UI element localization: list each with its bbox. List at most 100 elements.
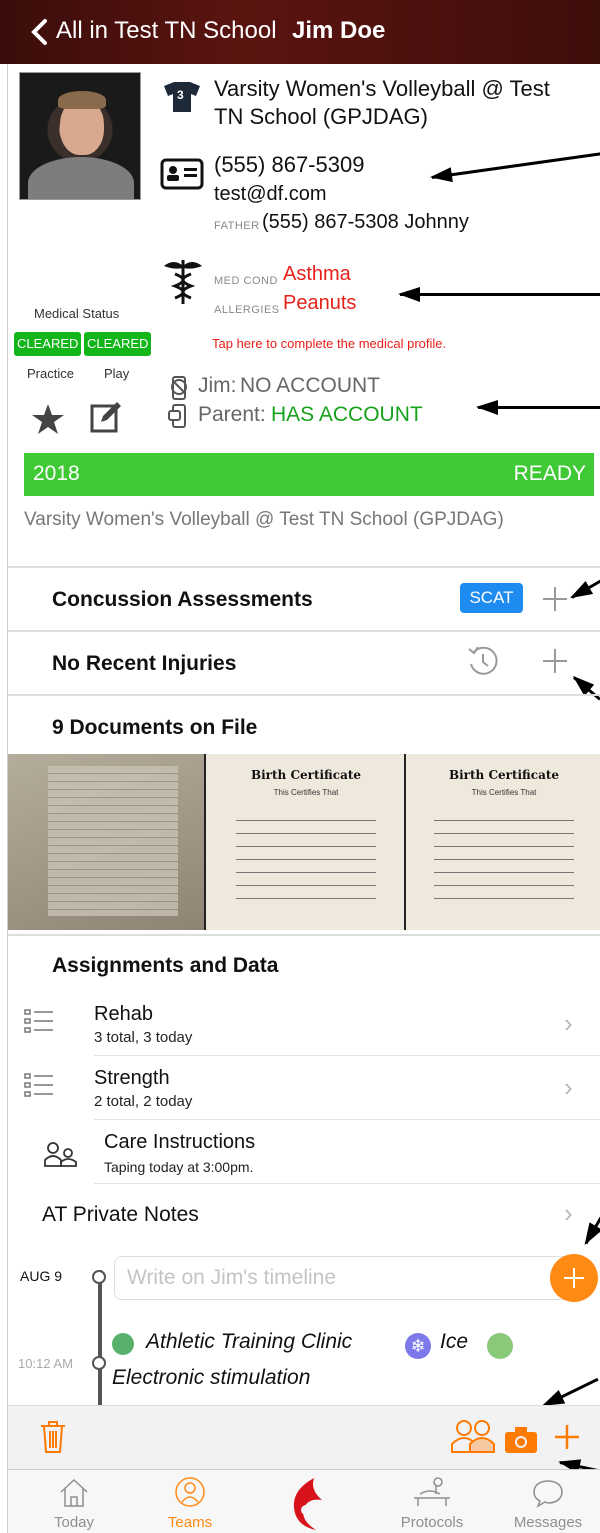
add-timeline-button[interactable]: [550, 1254, 598, 1302]
parent-account-status[interactable]: HAS ACCOUNT: [271, 403, 423, 427]
team-name: Varsity Women's Volleyball @ Test: [214, 76, 550, 101]
assignment-subtitle: Taping today at 3:00pm.: [104, 1159, 254, 1175]
athlete-account-label: Jim:: [198, 374, 237, 397]
concussion-section-title[interactable]: Concussion Assessments: [52, 588, 313, 612]
teams-icon: [175, 1477, 205, 1507]
athlete-photo[interactable]: [19, 72, 141, 200]
page-title: Jim Doe: [292, 17, 386, 44]
annotation-arrow: [571, 578, 600, 599]
scat-button[interactable]: SCAT: [460, 583, 523, 613]
season-team: Varsity Women's Volleyball @ Test TN Sch…: [24, 509, 504, 530]
medical-profile-link[interactable]: Tap here to complete the medical profile…: [212, 336, 446, 351]
season-year: 2018: [33, 462, 80, 485]
play-label: Play: [104, 366, 130, 381]
documents-strip[interactable]: Birth Certificate This Certifies That Bi…: [8, 754, 600, 930]
season-status: READY: [513, 462, 586, 485]
assignment-row[interactable]: Rehab 3 total, 3 today ›: [22, 1000, 600, 1056]
tab-label: Today: [53, 1514, 95, 1531]
add-injury-icon[interactable]: [542, 648, 568, 674]
assignment-title: Strength: [94, 1067, 170, 1089]
practice-label: Practice: [27, 366, 74, 381]
private-notes-link[interactable]: AT Private Notes: [42, 1203, 199, 1227]
chevron-left-icon[interactable]: [30, 18, 48, 46]
plus-icon: [564, 1268, 584, 1288]
home-icon: [60, 1478, 88, 1507]
athlete-phone[interactable]: (555) 867-5309: [214, 152, 364, 178]
annotation-arrow: [431, 152, 600, 179]
caduceus-icon: [164, 260, 202, 304]
plus-icon[interactable]: [554, 1424, 580, 1450]
documents-section-title[interactable]: 9 Documents on File: [52, 716, 257, 740]
tab-protocols[interactable]: Protocols: [382, 1470, 482, 1533]
timeline-entry-ice: Ice: [440, 1330, 469, 1353]
add-concussion-icon[interactable]: [542, 586, 568, 612]
tab-label: Teams: [167, 1514, 213, 1531]
chevron-right-icon: ›: [564, 1198, 573, 1228]
assign-people-icon[interactable]: [450, 1418, 496, 1454]
athlete-email[interactable]: test@df.com: [214, 183, 327, 206]
back-button[interactable]: All in Test TN School: [56, 17, 277, 45]
treatment-icon: [487, 1333, 513, 1359]
practice-status-badge[interactable]: CLEARED: [14, 332, 82, 356]
chevron-right-icon: ›: [564, 1072, 573, 1102]
nav-header: All in Test TN School Jim Doe: [0, 0, 600, 64]
season-status-bar[interactable]: 2018 READY: [24, 453, 594, 496]
injuries-section-title[interactable]: No Recent Injuries: [52, 652, 236, 676]
timeline-entry-detail: Electronic stimulation: [112, 1366, 311, 1389]
camera-icon[interactable]: [504, 1426, 538, 1454]
protocols-icon: [414, 1477, 450, 1506]
history-icon[interactable]: [466, 644, 500, 678]
timeline-node: [92, 1356, 106, 1370]
birth-certificate-thumbnail[interactable]: Birth Certificate This Certifies That: [204, 754, 404, 930]
birth-certificate-thumbnail[interactable]: Birth Certificate This Certifies That: [404, 754, 600, 930]
tab-label: Messages: [513, 1514, 583, 1531]
father-contact[interactable]: (555) 867-5308 Johnny: [262, 211, 469, 234]
annotation-arrow: [543, 1377, 599, 1407]
timeline-date: AUG 9: [20, 1268, 63, 1284]
allergies-label: ALLERGIES: [214, 304, 280, 316]
allergies-value: Peanuts: [283, 292, 357, 314]
assignment-row[interactable]: Care Instructions Taping today at 3:00pm…: [22, 1128, 600, 1184]
list-icon: [24, 1009, 53, 1033]
tab-teams[interactable]: Teams: [140, 1470, 240, 1533]
chat-bubble-icon: [533, 1480, 563, 1508]
edit-icon[interactable]: [89, 400, 123, 434]
parent-account-icon: [168, 404, 186, 428]
tab-today[interactable]: Today: [24, 1470, 124, 1533]
annotation-arrow: [573, 676, 600, 701]
tab-label: Protocols: [400, 1514, 464, 1531]
assignment-row[interactable]: Strength 2 total, 2 today ›: [22, 1064, 600, 1120]
trash-icon[interactable]: [40, 1420, 66, 1454]
assignments-section-title: Assignments and Data: [52, 954, 279, 977]
play-status-badge[interactable]: CLEARED: [84, 332, 152, 356]
med-cond-label: MED COND: [214, 275, 278, 287]
father-label: FATHER: [214, 220, 260, 232]
action-toolbar: [8, 1405, 600, 1469]
assignment-subtitle: 2 total, 2 today: [94, 1093, 193, 1110]
star-icon[interactable]: [31, 403, 65, 435]
assignment-title: Rehab: [94, 1003, 153, 1025]
team-name-line2: TN School (GPJDAG): [214, 104, 428, 129]
med-cond-value: Asthma: [283, 263, 351, 285]
chevron-right-icon: ›: [564, 1008, 573, 1038]
snowflake-icon: ❄: [405, 1333, 431, 1359]
frame-border: [7, 64, 8, 1533]
parent-account-label: Parent:: [198, 403, 266, 426]
tab-messages[interactable]: Messages: [498, 1470, 598, 1533]
athlete-account-icon: [171, 376, 187, 400]
timeline-node: [92, 1270, 106, 1284]
assignment-title: Care Instructions: [104, 1131, 256, 1153]
annotation-arrow: [584, 1216, 600, 1245]
timeline-entry-time: 10:12 AM: [18, 1356, 73, 1371]
list-icon: [24, 1073, 53, 1097]
contact-card-icon: [160, 158, 204, 190]
athlete-account-status[interactable]: NO ACCOUNT: [240, 374, 380, 398]
people-icon: [44, 1142, 77, 1167]
document-thumbnail[interactable]: [8, 754, 204, 930]
timeline-input[interactable]: Write on Jim's timeline: [114, 1256, 582, 1300]
jersey-number: 3: [177, 88, 184, 102]
clinic-icon: [112, 1333, 134, 1355]
tab-bar: Today Teams Protocols Messages: [8, 1469, 600, 1533]
app-logo-icon[interactable]: [286, 1476, 326, 1532]
annotation-arrow: [398, 287, 600, 302]
